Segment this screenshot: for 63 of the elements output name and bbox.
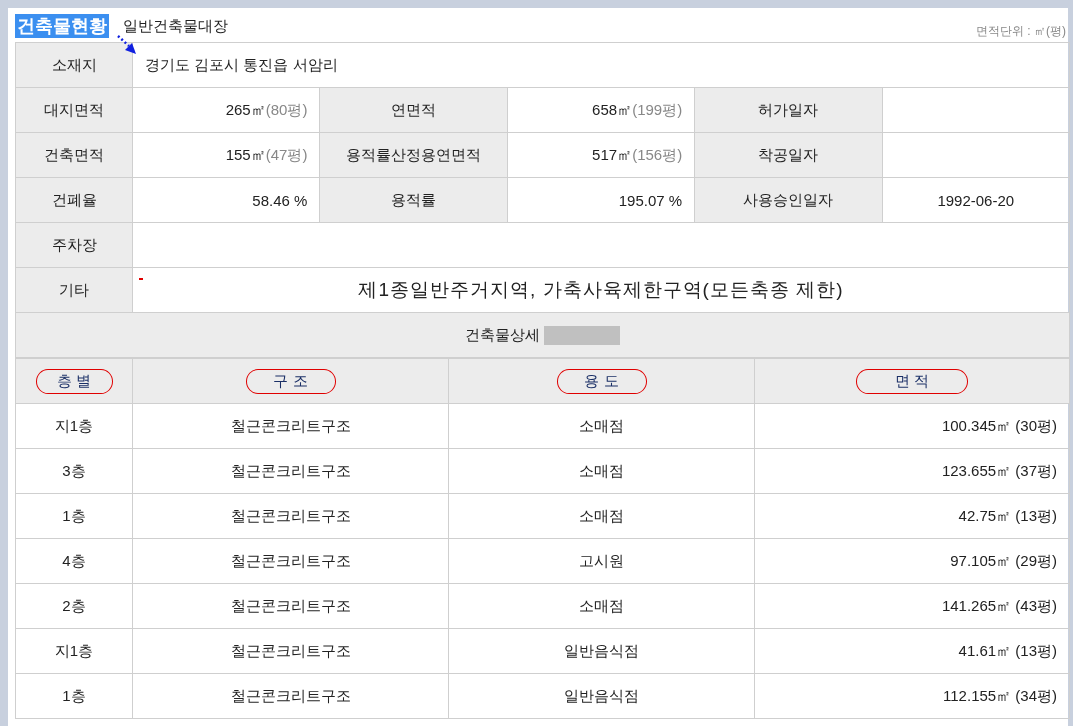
- field-value: 58.46 %: [252, 191, 308, 209]
- pyeong-value: (80평): [265, 100, 308, 118]
- field-label: 연면적: [319, 87, 508, 133]
- field-label: 건폐율: [15, 177, 133, 223]
- table-cell: 고시원: [448, 538, 755, 584]
- table-cell: 3층: [15, 448, 133, 494]
- table-cell: 97.105㎡ (29평): [754, 538, 1070, 584]
- field-label: 허가일자: [694, 87, 883, 133]
- field-label: 대지면적: [15, 87, 133, 133]
- table-cell: 소매점: [448, 403, 755, 449]
- table-cell: 42.75㎡ (13평): [754, 493, 1070, 539]
- field-value: 658㎡: [592, 100, 633, 118]
- field-label: 기타: [15, 267, 133, 313]
- pyeong-value: (156평): [632, 145, 683, 163]
- column-header: 면 적: [856, 368, 968, 394]
- table-cell: 112.155㎡ (34평): [754, 673, 1070, 719]
- column-header: 층 별: [35, 368, 113, 394]
- field-value: 265㎡: [225, 100, 266, 118]
- field-value: 1992-06-20: [937, 191, 1015, 209]
- table-cell: 4층: [15, 538, 133, 584]
- field-label: 사용승인일자: [694, 177, 883, 223]
- column-header: 구 조: [245, 368, 336, 394]
- field-value: 155㎡: [225, 145, 266, 163]
- dotted-arrow-icon: [116, 34, 138, 56]
- table-cell: 41.61㎡ (13평): [754, 628, 1070, 674]
- field-value: 517㎡: [592, 145, 633, 163]
- table-cell: 철근콘크리트구조: [132, 448, 449, 494]
- table-cell: 일반음식점: [448, 673, 755, 719]
- table-cell: 1층: [15, 673, 133, 719]
- section-heading: 건축물상세: [465, 325, 540, 345]
- field-label: 용적률: [319, 177, 508, 223]
- field-value: 195.07 %: [618, 191, 683, 209]
- field-label: 소재지: [15, 42, 133, 88]
- field-label: 주차장: [15, 222, 133, 268]
- field-value: 경기도 김포시 통진읍 서암리: [132, 42, 1070, 88]
- pyeong-value: (47평): [265, 145, 308, 163]
- register-type: 일반건축물대장: [123, 16, 228, 36]
- table-cell: 철근콘크리트구조: [132, 403, 449, 449]
- table-cell: 123.655㎡ (37평): [754, 448, 1070, 494]
- table-cell: 소매점: [448, 583, 755, 629]
- table-cell: 지1층: [15, 628, 133, 674]
- marker-dash: [139, 278, 143, 280]
- table-cell: 철근콘크리트구조: [132, 628, 449, 674]
- section-title: 건축물현황: [15, 14, 109, 38]
- table-cell: 철근콘크리트구조: [132, 493, 449, 539]
- table-cell: 일반음식점: [448, 628, 755, 674]
- field-value: 제1종일반주거지역, 가축사육제한구역(모든축종 제한): [358, 279, 844, 300]
- table-cell: 지1층: [15, 403, 133, 449]
- table-cell: 소매점: [448, 448, 755, 494]
- unit-note: 면적단위 : ㎡(평): [976, 23, 1066, 40]
- table-cell: 1층: [15, 493, 133, 539]
- table-cell: 철근콘크리트구조: [132, 538, 449, 584]
- field-label: 용적률산정용연면적: [319, 132, 508, 178]
- table-cell: 2층: [15, 583, 133, 629]
- column-header: 용 도: [556, 368, 647, 394]
- table-cell: 소매점: [448, 493, 755, 539]
- table-cell: 철근콘크리트구조: [132, 673, 449, 719]
- table-cell: 141.265㎡ (43평): [754, 583, 1070, 629]
- table-cell: 100.345㎡ (30평): [754, 403, 1070, 449]
- field-label: 건축면적: [15, 132, 133, 178]
- field-label: 착공일자: [694, 132, 883, 178]
- table-cell: 철근콘크리트구조: [132, 583, 449, 629]
- pyeong-value: (199평): [632, 100, 683, 118]
